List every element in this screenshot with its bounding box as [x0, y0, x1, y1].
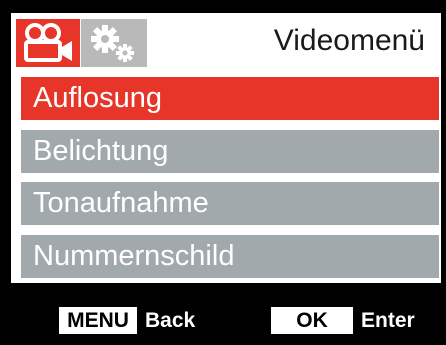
gears-icon [91, 25, 134, 62]
ok-key[interactable]: OK [271, 307, 353, 334]
menu-item-exposure[interactable]: Belichtung [21, 130, 439, 173]
menu-item-number-plate[interactable]: Nummernschild [21, 235, 439, 278]
menu-key[interactable]: MENU [59, 307, 137, 334]
menu-item-audio-recording[interactable]: Tonaufnahme [21, 182, 439, 225]
header-bar: Videomenü [11, 13, 441, 69]
tab-video[interactable] [16, 19, 80, 67]
page-title: Videomenü [273, 24, 425, 57]
tab-settings[interactable] [81, 19, 147, 67]
menu-item-resolution[interactable]: Auflosung [21, 77, 439, 120]
footer-bar: MENU Back OK Enter [3, 292, 446, 345]
menu-list: Auflosung Belichtung Tonaufnahme Nummern… [11, 69, 441, 283]
dashcam-screen: Videomenü Auflosung Belichtung Tonaufnah… [0, 0, 446, 345]
menu-key-action: Back [145, 309, 196, 332]
ok-key-action: Enter [361, 309, 415, 332]
video-camera-icon [24, 23, 72, 62]
